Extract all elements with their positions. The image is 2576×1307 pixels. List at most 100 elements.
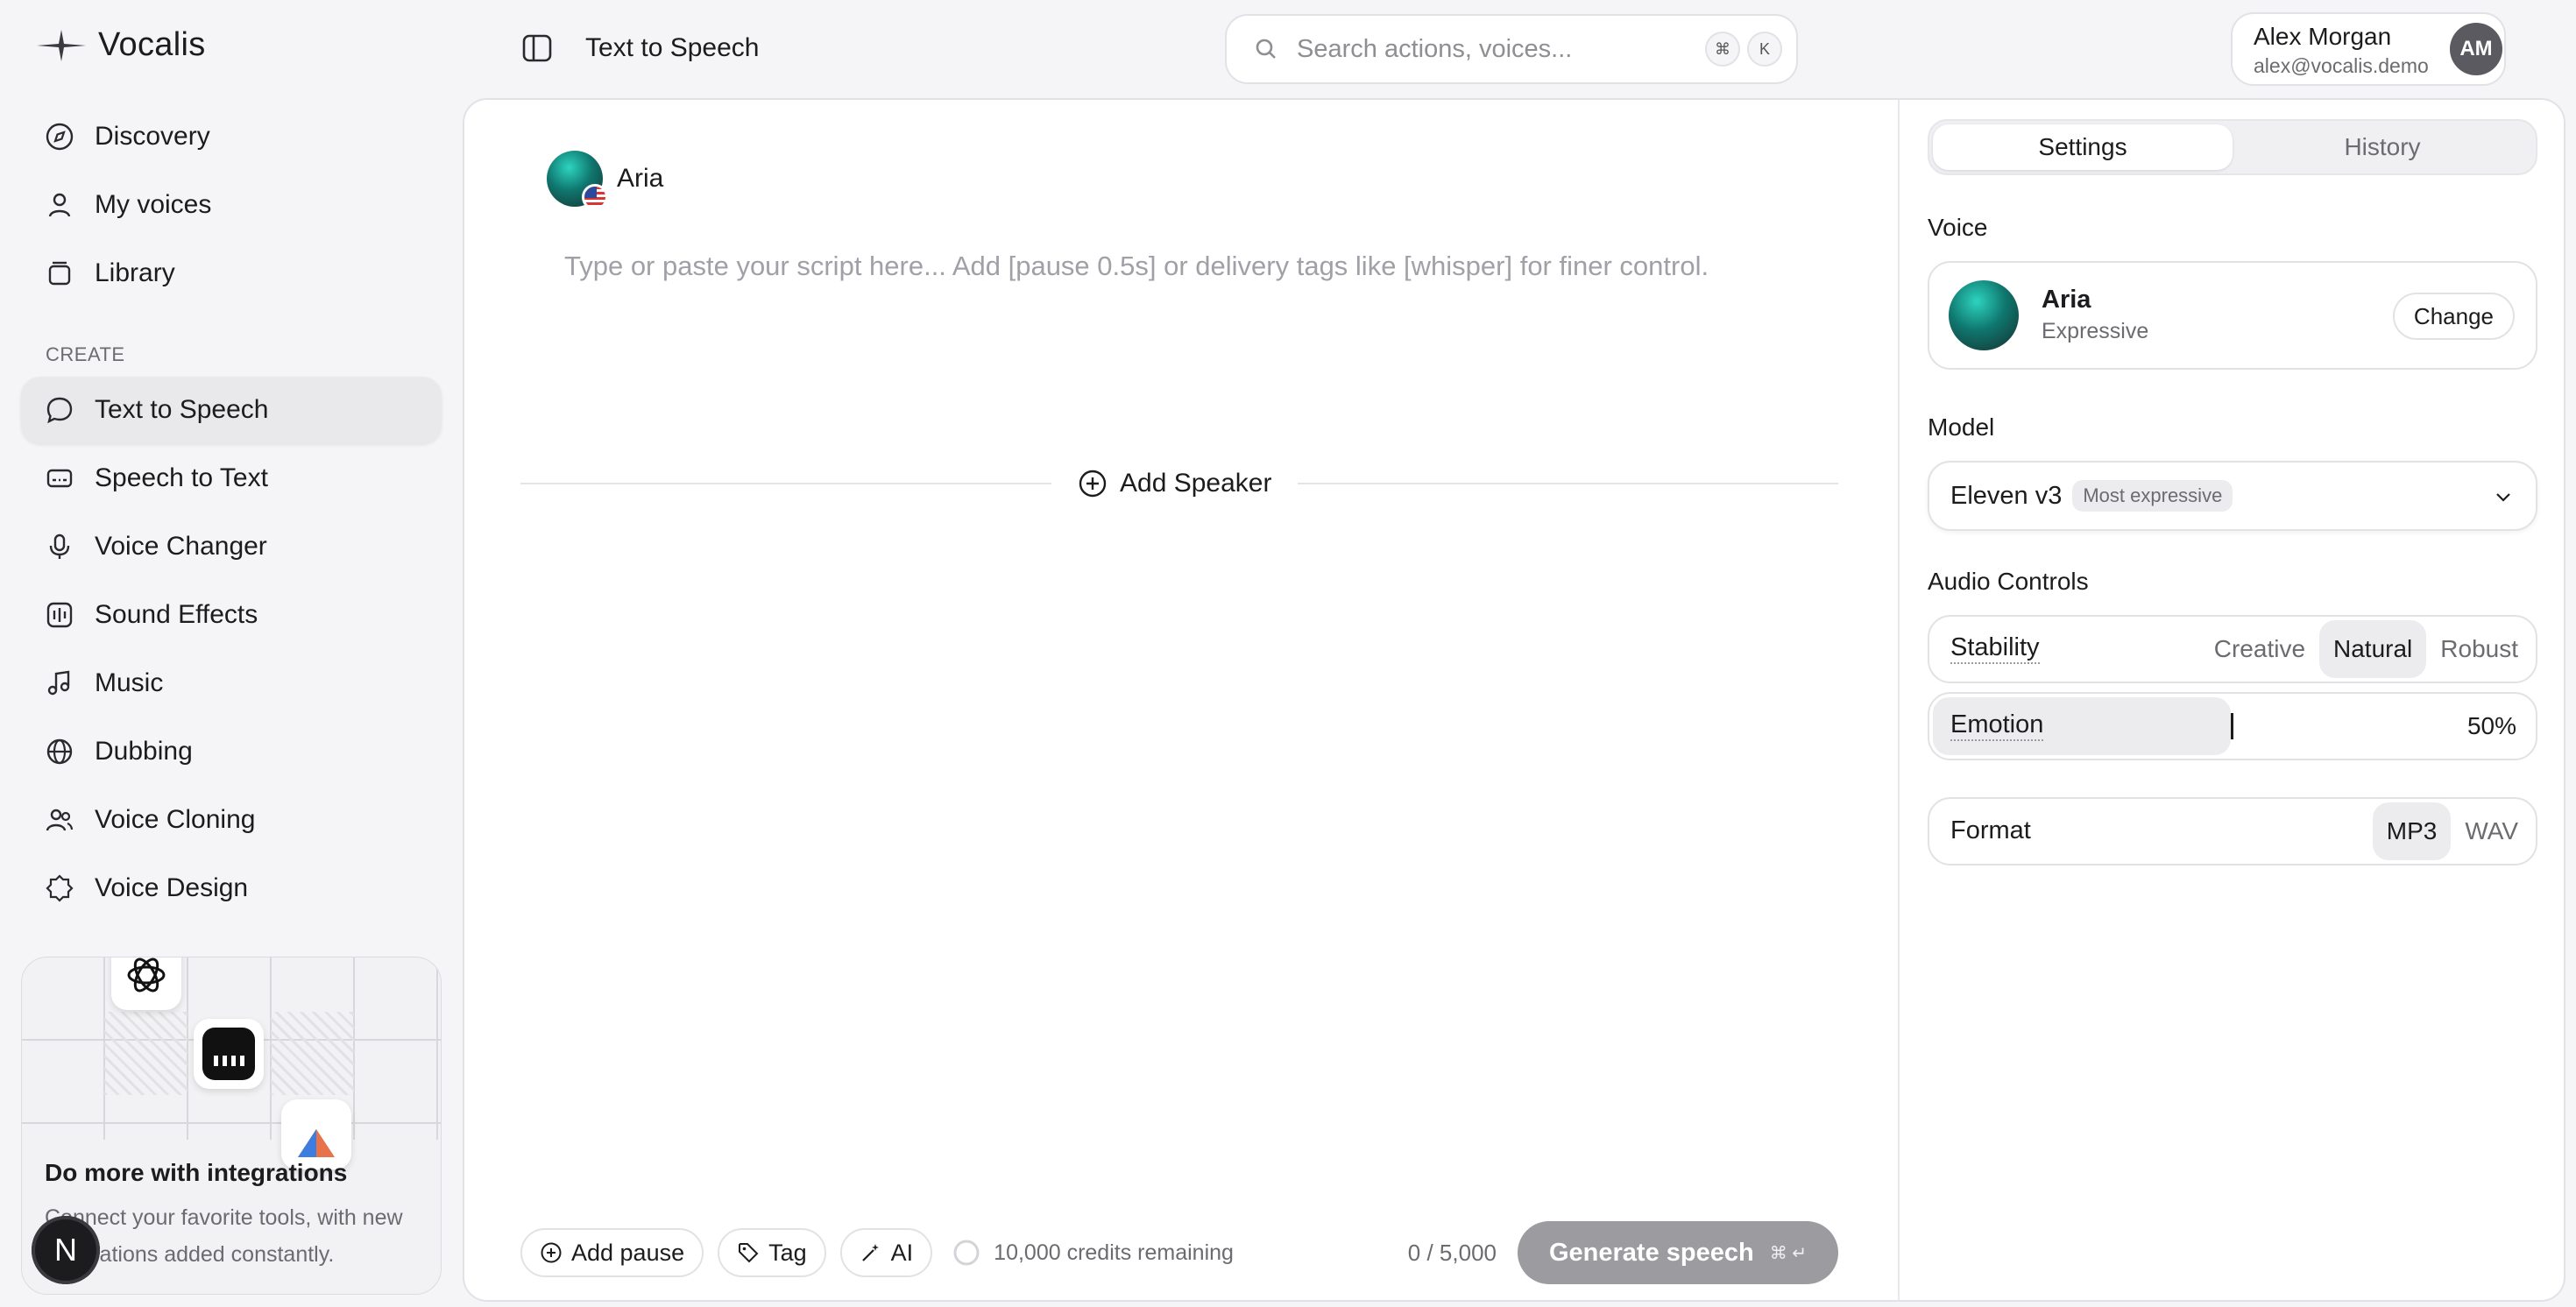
change-voice-button[interactable]: Change [2392, 293, 2515, 340]
stability-options: Creative Natural Robust [2200, 620, 2532, 678]
voice-name: Aria [2042, 286, 2091, 314]
plus-circle-icon [540, 1241, 563, 1264]
stability-option-robust[interactable]: Robust [2426, 620, 2532, 678]
app-name: Vocalis [98, 26, 206, 63]
sidebar-item-music[interactable]: Music [21, 650, 442, 717]
sidebar-item-label: Voice Changer [95, 532, 267, 561]
user-email: alex@vocalis.demo [2254, 54, 2429, 77]
plus-circle-icon [1078, 469, 1108, 498]
promo-hatch [104, 1012, 188, 1095]
add-pause-button[interactable]: Add pause [520, 1228, 704, 1277]
tag-button[interactable]: Tag [718, 1228, 826, 1277]
dev-tools-badge[interactable]: N [32, 1216, 100, 1284]
format-option-mp3[interactable]: MP3 [2372, 802, 2452, 860]
elevenlabs-logo-icon [194, 1019, 264, 1089]
search-bar[interactable]: ⌘ K [1225, 14, 1798, 84]
emotion-slider[interactable]: Emotion 50% [1928, 692, 2537, 760]
promo-hatch [271, 1012, 354, 1095]
sidebar-item-sound-effects[interactable]: Sound Effects [21, 582, 442, 648]
generate-speech-button[interactable]: Generate speech ⌘ ↵ [1518, 1221, 1838, 1284]
sidebar-item-dubbing[interactable]: Dubbing [21, 718, 442, 785]
emotion-slider-handle[interactable] [2231, 713, 2233, 739]
voice-avatar [1949, 280, 2019, 350]
editor-toolbar: Add pause Tag AI 10,000 credits remainin… [520, 1221, 1838, 1284]
format-control: Format MP3 WAV [1928, 797, 2537, 865]
sidebar-item-label: Voice Cloning [95, 805, 256, 834]
voice-style: Expressive [2042, 319, 2149, 343]
tag-label: Tag [768, 1239, 807, 1266]
add-speaker-button[interactable]: Add Speaker [1051, 461, 1299, 506]
credits-text: 10,000 credits remaining [994, 1240, 1234, 1265]
credits-ring-icon [952, 1238, 981, 1268]
sidebar-item-label: Speech to Text [95, 463, 268, 492]
search-input[interactable] [1297, 34, 1682, 64]
sidebar-item-voice-changer[interactable]: Voice Changer [21, 513, 442, 580]
sidebar-item-voice-design[interactable]: Voice Design [21, 855, 442, 922]
sidebar-item-my-voices[interactable]: My voices [21, 172, 442, 238]
sidebar-primary-nav: Discovery My voices Library [21, 103, 442, 308]
page-title: Text to Speech [585, 33, 760, 62]
sidebar-item-text-to-speech[interactable]: Text to Speech [21, 377, 442, 443]
sidebar-create-nav: Text to Speech Speech to Text Voice Chan… [21, 377, 442, 923]
sidebar-item-label: Library [95, 258, 175, 287]
user-name: Alex Morgan [2254, 23, 2392, 50]
add-pause-label: Add pause [571, 1239, 685, 1266]
chat-bubble-icon [44, 394, 75, 426]
design-badge-icon [44, 873, 75, 904]
voice-card[interactable]: Aria Expressive Change [1928, 261, 2537, 370]
model-section-label: Model [1928, 413, 1995, 441]
ai-button[interactable]: AI [839, 1228, 933, 1277]
us-flag-icon [582, 184, 608, 210]
script-textarea[interactable] [564, 251, 1826, 443]
ai-label: AI [890, 1239, 914, 1266]
stability-option-creative[interactable]: Creative [2200, 620, 2319, 678]
stability-control: Stability Creative Natural Robust [1928, 615, 2537, 683]
sidebar-item-library[interactable]: Library [21, 240, 442, 307]
settings-tabs: Settings History [1928, 119, 2537, 175]
sidebar-item-speech-to-text[interactable]: Speech to Text [21, 445, 442, 512]
format-option-wav[interactable]: WAV [2451, 802, 2532, 860]
people-icon [44, 804, 75, 836]
app-logo[interactable]: Vocalis [35, 26, 206, 64]
tab-settings[interactable]: Settings [1933, 124, 2233, 170]
microphone-icon [44, 531, 75, 562]
format-options: MP3 WAV [2372, 802, 2532, 860]
promo-title: Do more with integrations [45, 1159, 348, 1186]
sidebar-item-voice-cloning[interactable]: Voice Cloning [21, 787, 442, 853]
voice-avatar [547, 151, 608, 210]
model-select[interactable]: Eleven v3 Most expressive [1928, 461, 2537, 531]
globe-icon [44, 736, 75, 767]
emotion-value: 50% [2466, 712, 2516, 739]
speaker-name: Aria [617, 164, 664, 193]
compass-icon [44, 121, 75, 152]
library-icon [44, 258, 75, 289]
tab-history[interactable]: History [2233, 124, 2532, 170]
shortcut-k-key: K [1747, 32, 1782, 67]
credits-indicator: 10,000 credits remaining [952, 1238, 1234, 1268]
tag-icon [737, 1241, 760, 1264]
sidebar-item-label: Text to Speech [95, 395, 269, 424]
person-icon [44, 189, 75, 221]
model-chip: Most expressive [2072, 480, 2233, 512]
promo-description: Connect your favorite tools, with new in… [45, 1205, 403, 1267]
script-editor: Aria Add Speaker Add pause Tag AI 10,0 [464, 100, 1898, 1300]
speaker-selector[interactable]: Aria [547, 151, 664, 210]
stability-option-natural[interactable]: Natural [2319, 620, 2427, 678]
avatar: AM [2450, 23, 2502, 75]
shortcut-cmd-key: ⌘ [1705, 32, 1740, 67]
section-label-create: CREATE [46, 343, 125, 365]
waveform-icon [44, 599, 75, 631]
main-panel: Aria Add Speaker Add pause Tag AI 10,0 [463, 98, 2565, 1302]
sidebar-toggle-icon[interactable] [520, 32, 554, 65]
caption-icon [44, 463, 75, 494]
voice-section-label: Voice [1928, 214, 1988, 241]
openai-logo-icon [111, 957, 181, 1010]
sidebar-item-label: Dubbing [95, 737, 193, 766]
generate-label: Generate speech [1548, 1238, 1754, 1267]
add-speaker-label: Add Speaker [1120, 469, 1272, 498]
sidebar-item-discovery[interactable]: Discovery [21, 103, 442, 170]
format-label: Format [1950, 816, 2031, 844]
sidebar-item-label: Sound Effects [95, 600, 258, 629]
emotion-label: Emotion [1950, 710, 2044, 741]
user-menu[interactable]: Alex Morgan alex@vocalis.demo AM [2231, 12, 2506, 86]
